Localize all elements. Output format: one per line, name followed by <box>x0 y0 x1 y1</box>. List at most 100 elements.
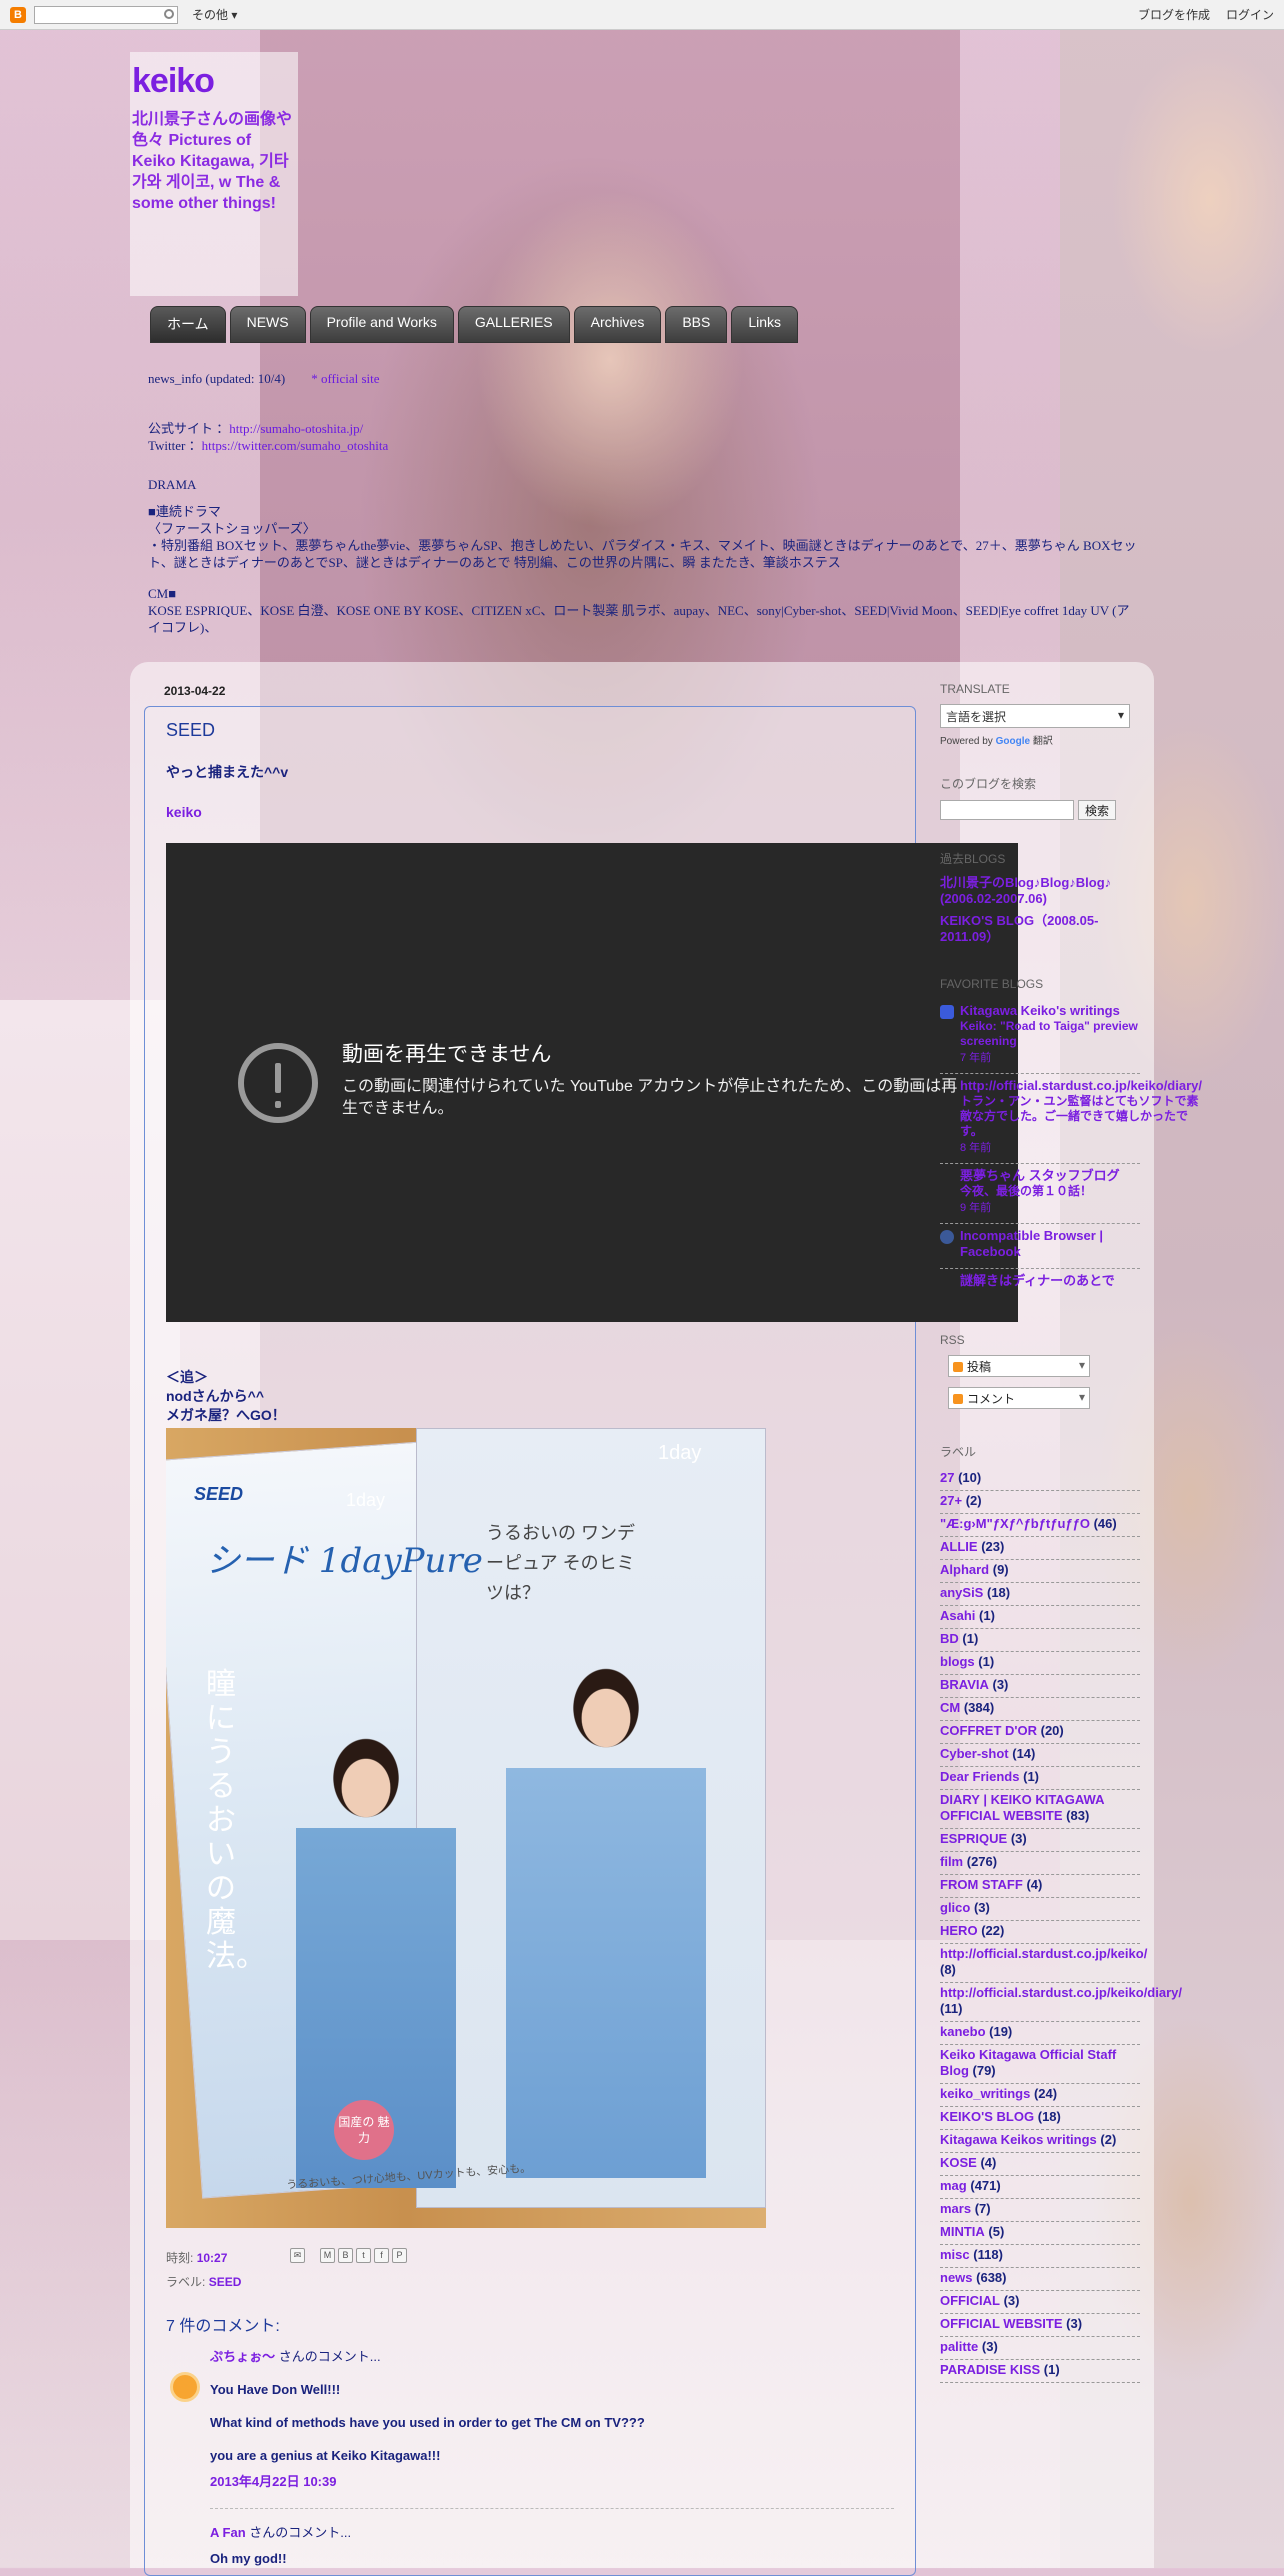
label-link[interactable]: OFFICIAL WEBSITE <box>940 2316 1063 2331</box>
label-link[interactable]: Cyber-shot <box>940 1746 1009 1761</box>
comment-author[interactable]: A Fan <box>210 2525 246 2540</box>
label-list-item[interactable]: keiko_writings (24) <box>940 2084 1140 2107</box>
label-link[interactable]: ALLIE <box>940 1539 978 1554</box>
label-list-item[interactable]: http://official.stardust.co.jp/keiko/ (8… <box>940 1944 1147 1983</box>
label-link[interactable]: film <box>940 1854 963 1869</box>
past-blog-link[interactable]: KEIKO'S BLOG（2008.05-2011.09） <box>940 913 1140 945</box>
label-link[interactable]: http://official.stardust.co.jp/keiko/dia… <box>940 1985 1182 2000</box>
label-list-item[interactable]: DIARY | KEIKO KITAGAWA OFFICIAL WEBSITE … <box>940 1790 1140 1829</box>
label-link[interactable]: 27+ <box>940 1493 962 1508</box>
post-author[interactable]: keiko <box>166 804 202 820</box>
favorite-blog-item[interactable]: 謎解きはディナーのあとで <box>940 1269 1140 1297</box>
blog-search-input[interactable] <box>940 800 1074 820</box>
label-list-item[interactable]: MINTIA (5) <box>940 2222 1140 2245</box>
label-list-item[interactable]: http://official.stardust.co.jp/keiko/dia… <box>940 1983 1182 2022</box>
label-list-item[interactable]: BD (1) <box>940 1629 1140 1652</box>
label-list-item[interactable]: mag (471) <box>940 2176 1140 2199</box>
blogthis-icon[interactable]: M <box>320 2248 335 2263</box>
tab-links[interactable]: Links <box>731 306 799 343</box>
tab-news[interactable]: NEWS <box>229 306 306 343</box>
tab-home[interactable]: ホーム <box>150 306 226 343</box>
label-list-item[interactable]: HERO (22) <box>940 1921 1140 1944</box>
blogger-logo-icon[interactable]: B <box>10 6 26 23</box>
label-link[interactable]: misc <box>940 2247 970 2262</box>
label-list-item[interactable]: BRAVIA (3) <box>940 1675 1140 1698</box>
label-list-item[interactable]: KOSE (4) <box>940 2153 1140 2176</box>
label-link[interactable]: 27 <box>940 1470 954 1485</box>
label-list-item[interactable]: blogs (1) <box>940 1652 1140 1675</box>
favorite-blog-item[interactable]: http://official.stardust.co.jp/keiko/dia… <box>940 1074 1202 1164</box>
label-list-item[interactable]: palitte (3) <box>940 2337 1140 2360</box>
label-link[interactable]: mars <box>940 2201 971 2216</box>
comment-timestamp[interactable]: 2013年4月22日 10:39 <box>210 2472 645 2492</box>
label-link[interactable]: PARADISE KISS <box>940 2362 1040 2377</box>
label-list-item[interactable]: PARADISE KISS (1) <box>940 2360 1140 2383</box>
label-list-item[interactable]: OFFICIAL WEBSITE (3) <box>940 2314 1140 2337</box>
login-link[interactable]: ログイン <box>1226 6 1274 23</box>
label-link[interactable]: ESPRIQUE <box>940 1831 1007 1846</box>
navbar-more-menu[interactable]: その他 ▾ <box>192 6 237 23</box>
label-link[interactable]: MINTIA <box>940 2224 985 2239</box>
post-time-link[interactable]: 10:27 <box>197 2251 228 2265</box>
label-link[interactable]: FROM STAFF <box>940 1877 1023 1892</box>
label-list-item[interactable]: COFFRET D'OR (20) <box>940 1721 1140 1744</box>
label-list-item[interactable]: Asahi (1) <box>940 1606 1140 1629</box>
label-link[interactable]: Asahi <box>940 1608 975 1623</box>
label-link[interactable]: kanebo <box>940 2024 986 2039</box>
label-list-item[interactable]: 27 (10) <box>940 1468 1140 1491</box>
email-icon[interactable]: ✉ <box>290 2248 305 2263</box>
favorite-blog-title[interactable]: http://official.stardust.co.jp/keiko/dia… <box>960 1078 1202 1094</box>
label-link[interactable]: COFFRET D'OR <box>940 1723 1037 1738</box>
label-link[interactable]: BD <box>940 1631 959 1646</box>
label-link[interactable]: news <box>940 2270 973 2285</box>
label-link[interactable]: Dear Friends <box>940 1769 1019 1784</box>
label-list-item[interactable]: mars (7) <box>940 2199 1140 2222</box>
label-link[interactable]: palitte <box>940 2339 978 2354</box>
label-list-item[interactable]: glico (3) <box>940 1898 1140 1921</box>
favorite-blog-item[interactable]: Incompatible Browser | Facebook <box>940 1224 1140 1269</box>
label-list-item[interactable]: FROM STAFF (4) <box>940 1875 1140 1898</box>
label-list-item[interactable]: ALLIE (23) <box>940 1537 1140 1560</box>
label-link[interactable]: KOSE <box>940 2155 977 2170</box>
label-list-item[interactable]: ESPRIQUE (3) <box>940 1829 1140 1852</box>
blog-search-button[interactable]: 検索 <box>1078 800 1117 820</box>
pinterest-icon[interactable]: P <box>392 2248 407 2263</box>
youtube-embed[interactable]: 動画を再生できません この動画に関連付けられていた YouTube アカウントが… <box>166 843 1018 1322</box>
label-link[interactable]: mag <box>940 2178 967 2193</box>
label-list-item[interactable]: Dear Friends (1) <box>940 1767 1140 1790</box>
favorite-blog-item[interactable]: 悪夢ちゃん スタッフブログ 今夜、最後の第１０話！ 9 年前 <box>940 1164 1140 1224</box>
create-blog-link[interactable]: ブログを作成 <box>1138 6 1210 23</box>
tab-bbs[interactable]: BBS <box>665 306 728 343</box>
label-link[interactable]: glico <box>940 1900 970 1915</box>
comment-author[interactable]: ぷちょぉ～ <box>210 2349 275 2364</box>
label-list-item[interactable]: CM (384) <box>940 1698 1140 1721</box>
favorite-blog-post[interactable]: トラン・アン・ユン監督はとてもソフトで素敵な方でした。ご一緒できて嬉しかったです… <box>960 1094 1202 1139</box>
label-link[interactable]: Alphard <box>940 1562 989 1577</box>
twitter-icon[interactable]: t <box>356 2248 371 2263</box>
label-link[interactable]: Kitagawa Keikos writings <box>940 2132 1097 2147</box>
post-label-link[interactable]: SEED <box>209 2275 242 2289</box>
label-link[interactable]: KEIKO'S BLOG <box>940 2109 1034 2124</box>
label-list-item[interactable]: Kitagawa Keikos writings (2) <box>940 2130 1140 2153</box>
facebook-icon[interactable]: f <box>374 2248 389 2263</box>
label-link[interactable]: http://official.stardust.co.jp/keiko/ <box>940 1946 1147 1961</box>
favorite-blog-title[interactable]: 謎解きはディナーのあとで <box>960 1273 1115 1289</box>
label-link[interactable]: "Æ:g›M"ƒXƒ^ƒbƒtƒuƒƒO <box>940 1516 1090 1531</box>
favorite-blog-title[interactable]: 悪夢ちゃん スタッフブログ <box>960 1168 1120 1184</box>
rss-posts-select[interactable]: 投稿 <box>948 1355 1090 1377</box>
favorite-blog-post[interactable]: Keiko: "Road to Taiga" preview screening <box>960 1019 1140 1049</box>
translate-language-select[interactable]: 言語を選択 <box>940 704 1130 728</box>
favorite-blog-item[interactable]: Kitagawa Keiko's writings Keiko: "Road t… <box>940 999 1140 1074</box>
label-list-item[interactable]: Alphard (9) <box>940 1560 1140 1583</box>
translate-link[interactable]: 翻訳 <box>1033 736 1053 747</box>
label-link[interactable]: CM <box>940 1700 960 1715</box>
label-list-item[interactable]: anySiS (18) <box>940 1583 1140 1606</box>
blog-icon[interactable]: B <box>338 2248 353 2263</box>
official-site-link[interactable]: * official site <box>311 371 379 386</box>
blog-title[interactable]: keiko <box>132 62 296 101</box>
label-link[interactable]: BRAVIA <box>940 1677 989 1692</box>
label-link[interactable]: keiko_writings <box>940 2086 1030 2101</box>
past-blog-link[interactable]: 北川景子のBlog♪Blog♪Blog♪ (2006.02-2007.06) <box>940 875 1140 907</box>
favorite-blog-title[interactable]: Incompatible Browser | Facebook <box>960 1228 1140 1260</box>
label-link[interactable]: OFFICIAL <box>940 2293 1000 2308</box>
